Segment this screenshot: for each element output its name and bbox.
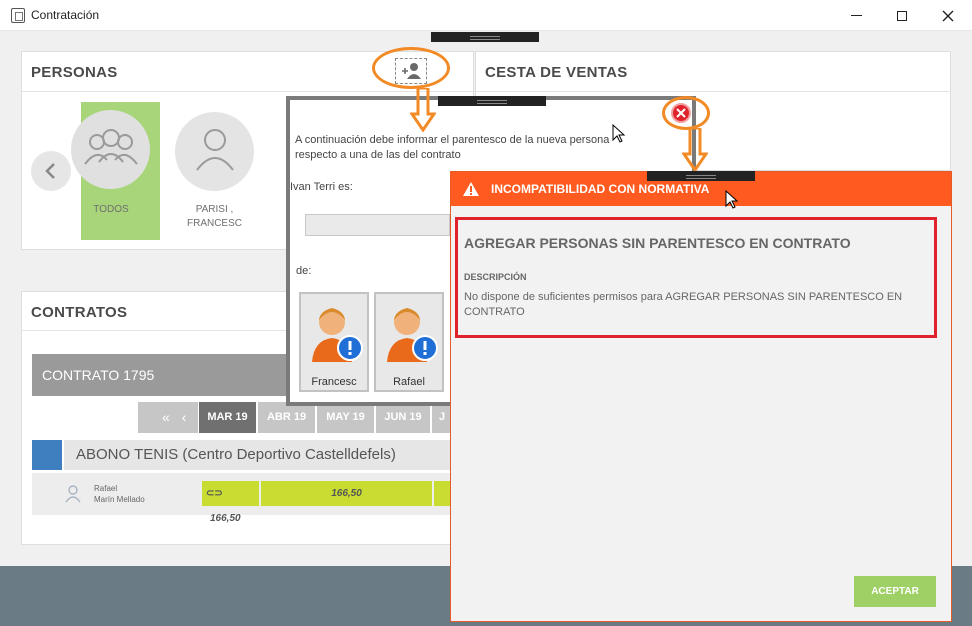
link-icon: ⊂⊃ — [206, 488, 223, 499]
prev-button[interactable] — [31, 151, 71, 191]
tile-label-line2: FRANCESC — [186, 218, 242, 229]
person-relation-label: Ivan Terri es: — [290, 181, 353, 193]
minimize-icon — [850, 15, 862, 16]
app-icon — [11, 8, 25, 23]
mouse-cursor-icon — [612, 124, 626, 143]
member-last-name: Marín Mellado — [94, 495, 145, 504]
alert-content-box: AGREGAR PERSONAS SIN PARENTESCO EN CONTR… — [455, 217, 937, 338]
mouse-cursor-icon — [725, 190, 739, 209]
month-tab[interactable]: JUN 19 — [376, 402, 430, 433]
group-icon — [84, 129, 138, 165]
window-title: Contratación — [31, 8, 100, 22]
member-first-name: Rafael — [94, 484, 118, 493]
alert-description: No dispone de suficientes permisos para … — [464, 291, 903, 318]
drag-handle[interactable] — [647, 171, 755, 181]
person-icon — [196, 129, 234, 171]
service-color-marker — [32, 440, 62, 470]
month-tab[interactable]: MAR 19 — [199, 402, 256, 433]
alert-dialog: INCOMPATIBILIDAD CON NORMATIVA AGREGAR P… — [450, 171, 952, 622]
tile-label-todos: TODOS — [93, 204, 129, 215]
minimize-button[interactable] — [833, 0, 879, 31]
error-close-icon — [676, 108, 686, 118]
divider — [22, 91, 473, 92]
alert-description-label: DESCRIPCIÓN — [464, 272, 527, 282]
user-alert-icon — [312, 308, 363, 362]
close-button[interactable] — [925, 0, 971, 31]
maximize-icon — [897, 10, 907, 21]
person-avatar[interactable] — [175, 112, 254, 191]
drag-handle[interactable] — [438, 96, 546, 106]
month-nav[interactable]: « ‹ — [138, 402, 198, 433]
cesta-title: CESTA DE VENTAS — [485, 64, 628, 81]
tile-label-line1: PARISI , — [195, 204, 234, 215]
window-titlebar: Contratación — [0, 0, 972, 31]
dialog-close-button[interactable] — [671, 103, 691, 123]
person-icon — [65, 485, 81, 503]
relative-card[interactable]: Francesc — [299, 292, 369, 392]
accept-button[interactable]: ACEPTAR — [854, 576, 936, 607]
close-icon — [942, 10, 954, 21]
member-name: Rafael Marín Mellado — [94, 483, 145, 505]
chevron-left-icon — [45, 163, 55, 179]
amount-cell-mar[interactable]: ⊂⊃ 166,50 — [202, 481, 259, 524]
de-label: de: — [296, 265, 312, 277]
maximize-button[interactable] — [879, 0, 925, 31]
month-tab[interactable]: J — [432, 402, 452, 433]
double-chevron-left-icon[interactable]: « — [162, 409, 170, 425]
relative-name: Francesc — [311, 376, 357, 388]
tile-label-parisi: PARISI , FRANCESC — [175, 203, 254, 231]
contract-header[interactable]: CONTRATO 1795 — [32, 354, 292, 396]
group-avatar — [71, 110, 150, 189]
amount-value: 166,50 — [210, 513, 241, 524]
alert-title: AGREGAR PERSONAS SIN PARENTESCO EN CONTR… — [464, 235, 851, 251]
month-tab[interactable]: MAY 19 — [317, 402, 374, 433]
instruction-line2: respecto a una de las del contrato — [295, 149, 461, 161]
divider — [476, 91, 950, 92]
relative-name: Rafael — [393, 376, 425, 388]
relationship-select[interactable] — [305, 214, 450, 236]
amount-cell-abr[interactable]: 166,50 — [261, 481, 432, 506]
arrow-down-icon — [682, 128, 708, 172]
arrow-down-icon — [410, 88, 436, 132]
highlight-ring — [372, 47, 450, 89]
user-alert-icon — [387, 308, 438, 362]
personas-title: PERSONAS — [31, 64, 118, 81]
relative-card[interactable]: Rafael — [374, 292, 444, 392]
month-tab[interactable]: ABR 19 — [258, 402, 315, 433]
service-row[interactable]: ABONO TENIS (Centro Deportivo Castelldef… — [64, 440, 452, 470]
drag-handle[interactable] — [431, 32, 539, 42]
warning-icon — [463, 182, 479, 196]
contratos-title: CONTRATOS — [31, 304, 128, 321]
chevron-left-icon[interactable]: ‹ — [182, 409, 187, 425]
